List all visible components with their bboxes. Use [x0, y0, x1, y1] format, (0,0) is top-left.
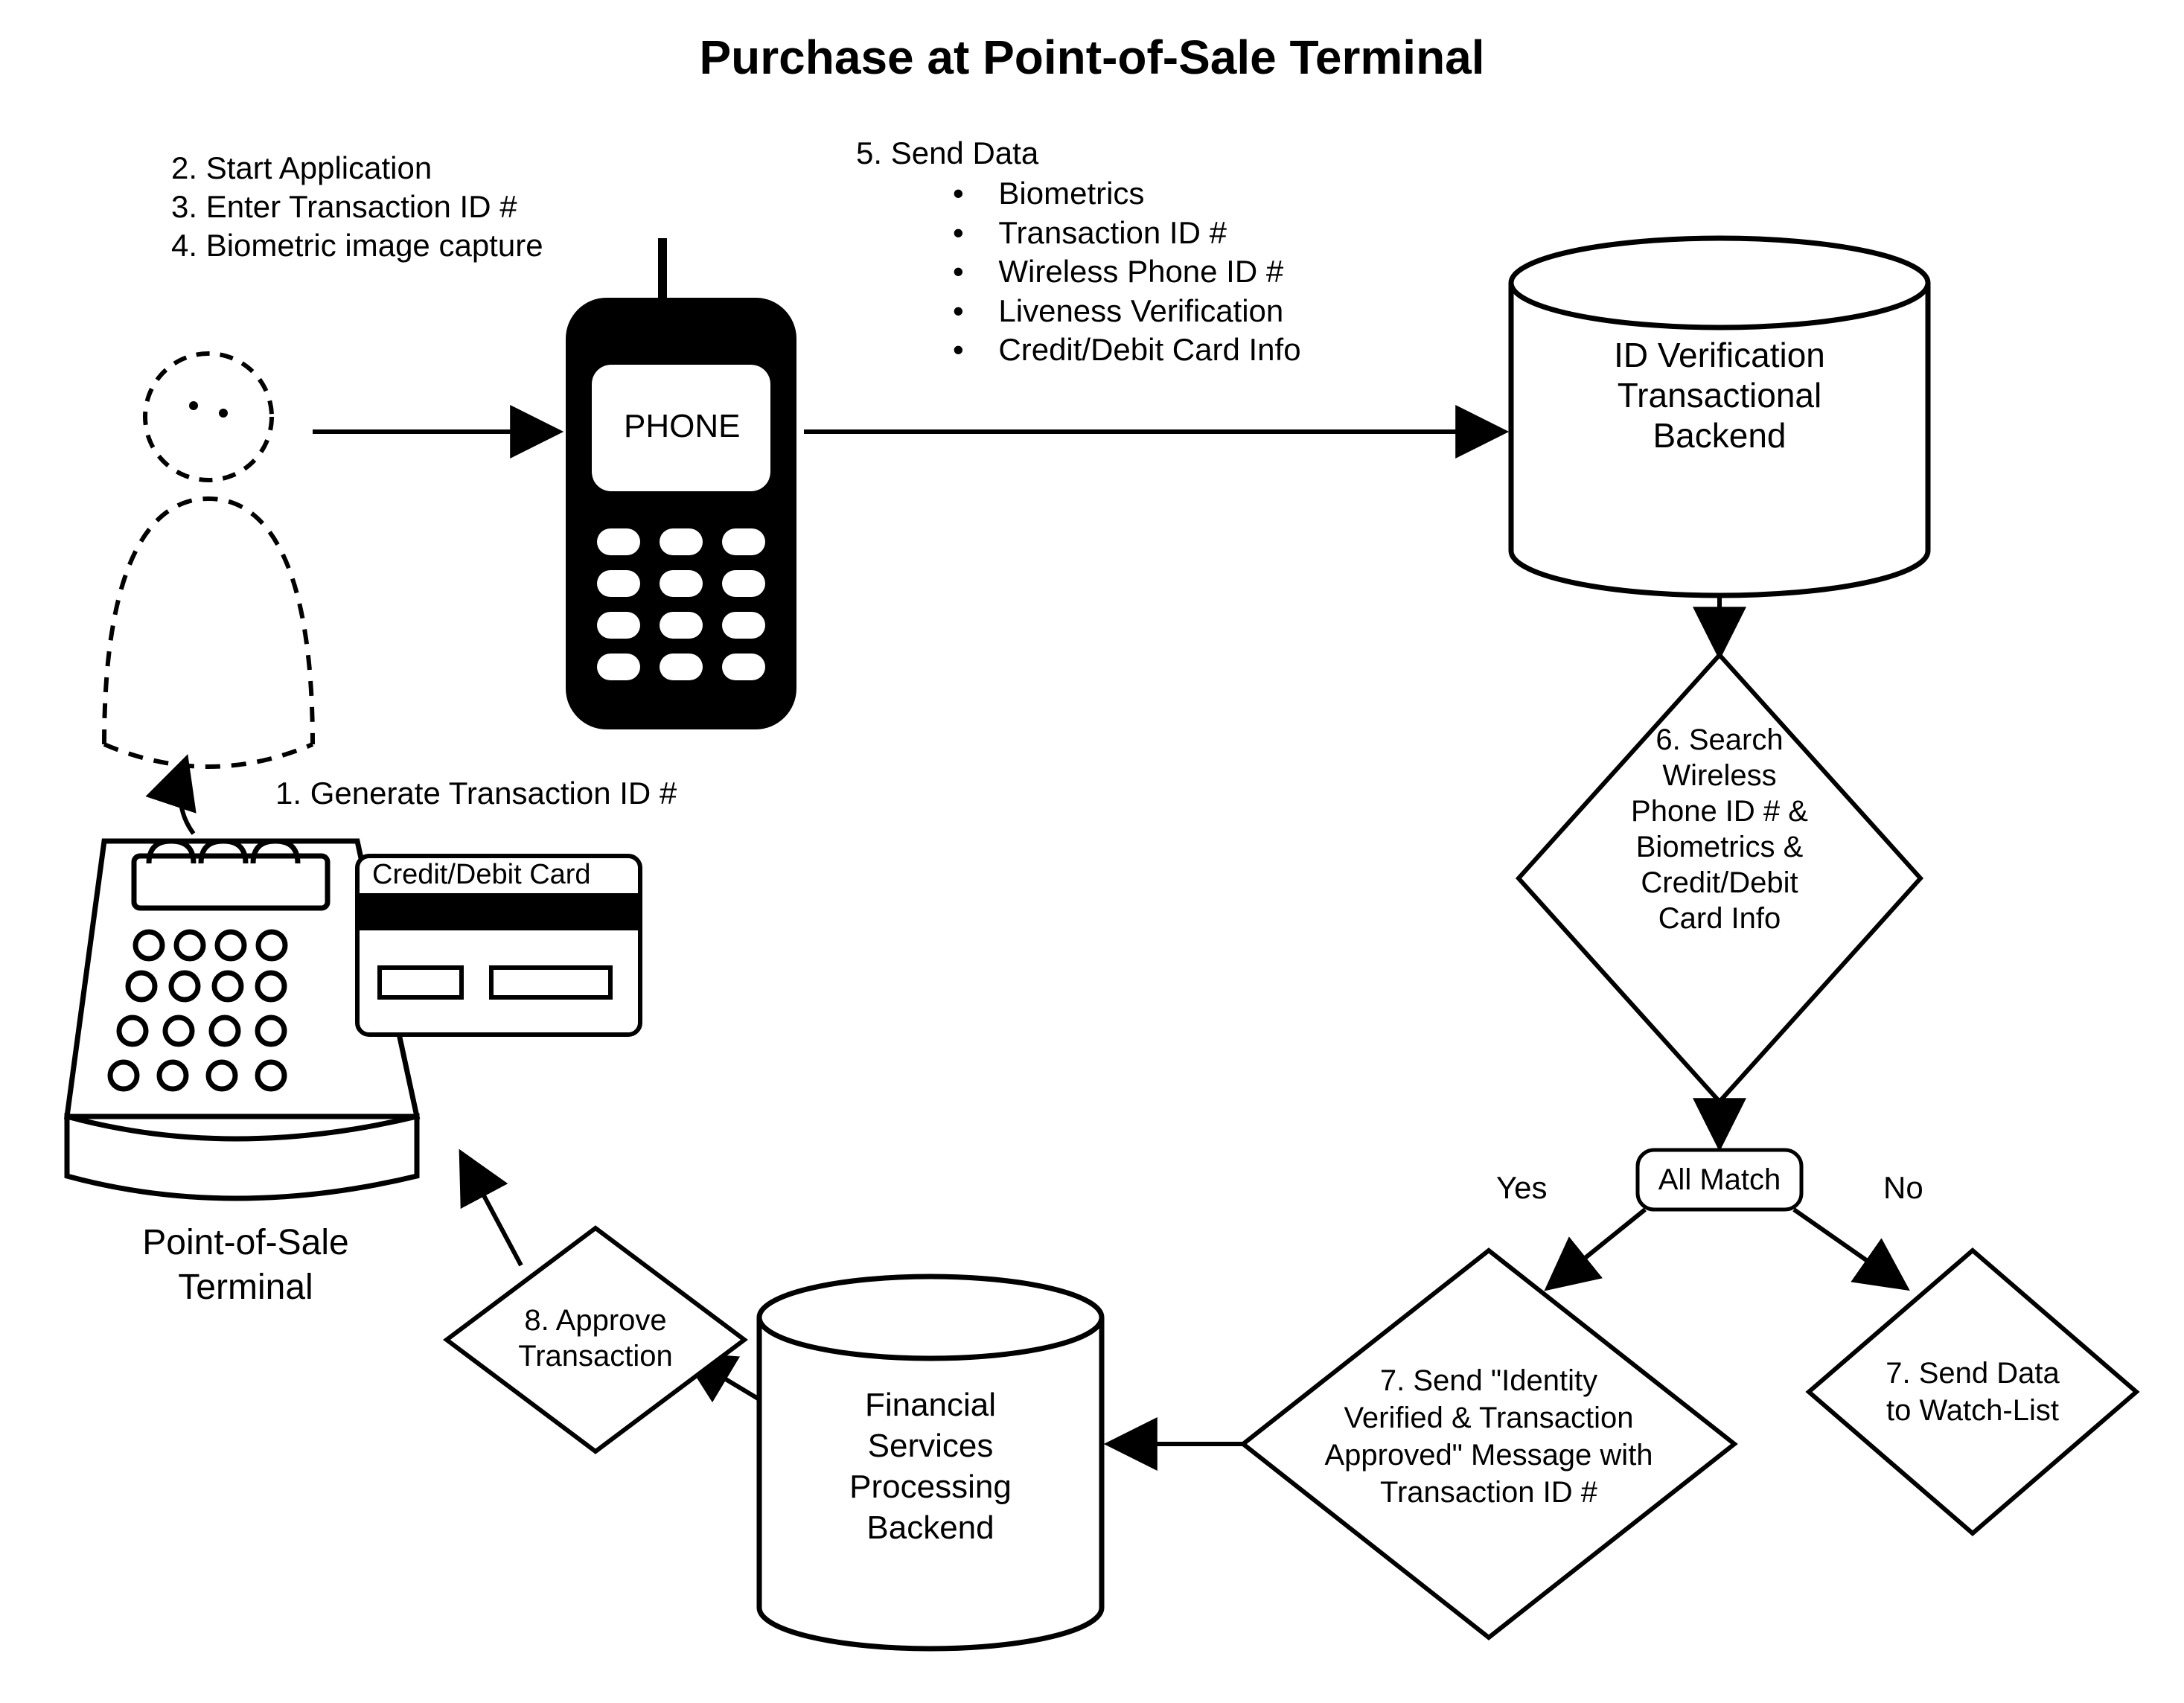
fin-l3: Processing — [789, 1466, 1072, 1507]
arrow-match-yes — [1548, 1210, 1645, 1288]
fin-l2: Services — [789, 1425, 1072, 1466]
arrow-approve-to-pos — [462, 1154, 521, 1265]
id-backend-l3: Backend — [1533, 415, 1906, 456]
step-5-b4: Liveness Verification — [998, 293, 1283, 328]
d8-l1: 8. Approve — [484, 1303, 707, 1338]
all-match-text: All Match — [1638, 1161, 1801, 1198]
id-backend-text: ID Verification Transactional Backend — [1533, 335, 1906, 456]
diamond-watchlist-text: 7. Send Data to Watch-List — [1853, 1355, 2092, 1429]
financial-text: Financial Services Processing Backend — [789, 1384, 1072, 1548]
d8-l2: Transaction — [484, 1338, 707, 1374]
diamond-search-text: 6. Search Wireless Phone ID # & Biometri… — [1586, 722, 1853, 936]
yes-label: Yes — [1496, 1169, 1548, 1208]
no-label: No — [1883, 1169, 1923, 1208]
fin-l4: Backend — [789, 1507, 1072, 1548]
d6-l2: Wireless — [1586, 758, 1853, 793]
step-5-header: 5. Send Data — [856, 134, 1038, 173]
diagram-canvas: Purchase at Point-of-Sale Terminal — [0, 0, 2184, 1703]
step-5-bullets: • Biometrics • Transaction ID # • Wirele… — [953, 174, 1301, 370]
d6-l4: Biometrics & — [1586, 829, 1853, 865]
diamond-approve-text: 8. Approve Transaction — [484, 1303, 707, 1374]
d6-l6: Card Info — [1586, 901, 1853, 936]
phone-icon — [566, 238, 796, 729]
arrow-pos-to-person — [180, 759, 194, 834]
pos-label-l1: Point-of-Sale — [97, 1221, 395, 1265]
d7no-l2: to Watch-List — [1853, 1392, 2092, 1429]
id-backend-l1: ID Verification — [1533, 335, 1906, 375]
fin-l1: Financial — [789, 1384, 1072, 1425]
step-4-text: 4. Biometric image capture — [171, 226, 543, 266]
d7yes-l1: 7. Send "Identity — [1295, 1362, 1682, 1399]
pos-label: Point-of-Sale Terminal — [97, 1221, 395, 1310]
d7yes-l2: Verified & Transaction — [1295, 1399, 1682, 1437]
person-icon — [104, 354, 313, 767]
arrow-match-no — [1794, 1210, 1906, 1288]
step-5-b3: Wireless Phone ID # — [998, 254, 1283, 289]
step-2-text: 2. Start Application — [171, 149, 432, 188]
step-1-text: 1. Generate Transaction ID # — [275, 774, 677, 814]
phone-screen-label: PHONE — [624, 408, 740, 445]
step-3-text: 3. Enter Transaction ID # — [171, 188, 517, 227]
d7yes-l3: Approved" Message with — [1295, 1437, 1682, 1474]
card-label: Credit/Debit Card — [372, 857, 591, 893]
d6-l1: 6. Search — [1586, 722, 1853, 758]
diamond-verified-text: 7. Send "Identity Verified & Transaction… — [1295, 1362, 1682, 1511]
d6-l5: Credit/Debit — [1586, 865, 1853, 901]
d6-l3: Phone ID # & — [1586, 793, 1853, 829]
d7yes-l4: Transaction ID # — [1295, 1474, 1682, 1511]
d7no-l1: 7. Send Data — [1853, 1355, 2092, 1392]
pos-label-l2: Terminal — [97, 1265, 395, 1310]
step-5-b2: Transaction ID # — [998, 215, 1227, 250]
step-5-b1: Biometrics — [998, 176, 1144, 211]
step-5-b5: Credit/Debit Card Info — [998, 332, 1300, 367]
id-backend-l2: Transactional — [1533, 375, 1906, 415]
